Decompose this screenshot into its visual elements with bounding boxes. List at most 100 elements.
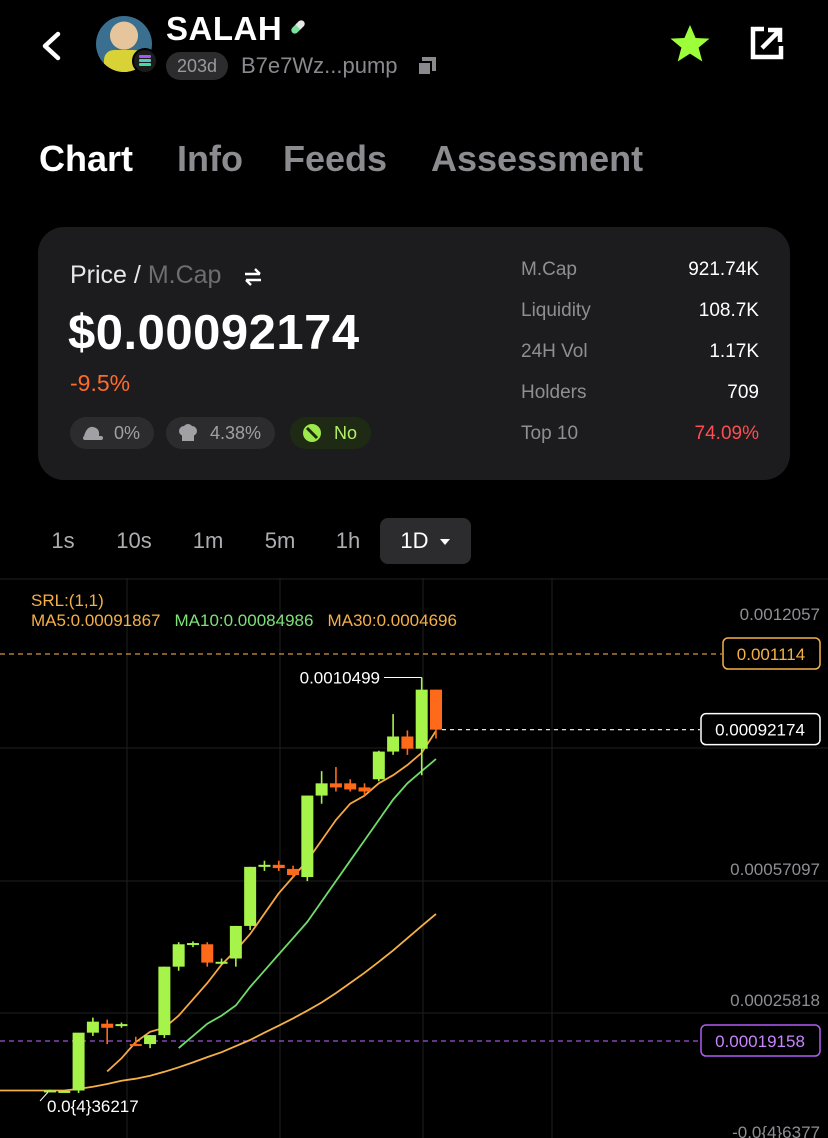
stat-label: Holders bbox=[521, 382, 587, 403]
candle-up bbox=[301, 795, 314, 878]
mcap-label: M.Cap bbox=[147, 261, 222, 289]
ma5-line bbox=[106, 730, 437, 1073]
stat-value: 709 bbox=[727, 382, 759, 403]
candle-up bbox=[58, 1090, 71, 1093]
star-icon[interactable] bbox=[668, 22, 712, 66]
price-value: $0.00092174 bbox=[68, 306, 360, 360]
tab-chart[interactable]: Chart bbox=[39, 138, 133, 180]
candle-down bbox=[201, 944, 214, 963]
timeframe-1d-label: 1D bbox=[400, 528, 429, 553]
indicator-ma10: MA10:0.00084986 bbox=[174, 611, 314, 630]
timeframe-1s[interactable]: 1s bbox=[36, 518, 90, 564]
y-axis-label: 0.00057097 bbox=[730, 860, 820, 879]
price-mcap-toggle-label[interactable]: Price / M.Cap bbox=[70, 261, 221, 290]
candle-up bbox=[158, 966, 171, 1036]
candle-down bbox=[287, 868, 300, 876]
candle-up bbox=[44, 1090, 56, 1093]
price-chart[interactable]: 0.0012057 0.00057097 0.00025818 -0.0{4}6377… bbox=[0, 578, 828, 1138]
y-axis-label: 0.00025818 bbox=[730, 991, 820, 1010]
tab-info[interactable]: Info bbox=[177, 138, 243, 180]
low-price-label: 0.0{4}36217 bbox=[47, 1097, 139, 1116]
tab-assessment[interactable]: Assessment bbox=[431, 138, 643, 180]
candle-up bbox=[86, 1021, 99, 1033]
indicator-ma-row: MA5:0.00091867 MA10:0.00084986 MA30:0.0004… bbox=[31, 611, 457, 631]
srl-level-value: 0.001114 bbox=[737, 645, 805, 664]
candle-down bbox=[344, 783, 357, 790]
candle-up bbox=[115, 1024, 128, 1027]
rug-status-badge[interactable]: No bbox=[290, 417, 372, 449]
candle-down bbox=[401, 736, 414, 749]
stat-row-24h-vol: 24H Vol 1.17K bbox=[521, 331, 759, 372]
stat-row-mcap: M.Cap 921.74K bbox=[521, 249, 759, 290]
candle-up bbox=[387, 736, 400, 752]
copy-icon[interactable] bbox=[415, 54, 439, 78]
insider-holding-value: 4.38% bbox=[210, 423, 262, 443]
timeframe-1h[interactable]: 1h bbox=[322, 518, 374, 564]
stat-value: 74.09% bbox=[694, 423, 759, 444]
candle-up bbox=[72, 1032, 85, 1091]
stat-value: 921.74K bbox=[688, 259, 759, 280]
caret-down-icon bbox=[439, 539, 450, 546]
timeframe-1d[interactable]: 1D bbox=[380, 518, 471, 564]
candle-down bbox=[101, 1023, 114, 1028]
indicator-ma30: MA30:0.0004696 bbox=[327, 611, 457, 630]
candle-up bbox=[186, 943, 199, 946]
token-age-badge: 203d bbox=[166, 52, 229, 80]
timeframe-selector: 1s 10s 1m 5m 1h 1D bbox=[0, 518, 828, 564]
high-price-label: 0.0010499 bbox=[300, 668, 380, 687]
share-icon[interactable] bbox=[748, 24, 786, 62]
candle-up bbox=[172, 944, 185, 967]
candle-up bbox=[229, 925, 242, 959]
candle-down bbox=[430, 689, 442, 730]
token-name: SALAH bbox=[166, 10, 283, 47]
indicator-ma5: MA5:0.00091867 bbox=[31, 611, 161, 630]
token-header: SALAH 203d B7e7Wz...pump bbox=[0, 0, 828, 110]
solana-icon bbox=[132, 48, 158, 74]
purple-level-value: 0.00019158 bbox=[715, 1032, 805, 1051]
timeframe-10s[interactable]: 10s bbox=[104, 518, 164, 564]
timeframe-5m[interactable]: 5m bbox=[252, 518, 308, 564]
dev-holding-value: 0% bbox=[114, 423, 141, 443]
candle-up bbox=[415, 689, 428, 749]
timeframe-1m[interactable]: 1m bbox=[180, 518, 236, 564]
no-sign-icon bbox=[303, 424, 321, 442]
stat-label: 24H Vol bbox=[521, 341, 588, 362]
candle-up bbox=[372, 751, 385, 780]
y-axis-label: 0.0012057 bbox=[740, 605, 820, 624]
tab-feeds[interactable]: Feeds bbox=[283, 138, 387, 180]
chef-hat-icon bbox=[179, 424, 197, 441]
price-label: Price / bbox=[70, 261, 141, 289]
stat-label: M.Cap bbox=[521, 259, 577, 280]
rug-status-value: No bbox=[334, 423, 358, 443]
stat-value: 1.17K bbox=[709, 341, 759, 362]
candle-up bbox=[144, 1035, 157, 1045]
back-chevron-icon[interactable] bbox=[34, 26, 74, 66]
stat-row-top10: Top 10 74.09% bbox=[521, 413, 759, 454]
candle-up bbox=[315, 783, 328, 796]
stat-value: 108.7K bbox=[698, 300, 759, 321]
dev-hat-icon bbox=[83, 426, 103, 440]
dev-holding-badge[interactable]: 0% bbox=[70, 417, 155, 449]
contract-address[interactable]: B7e7Wz...pump bbox=[241, 52, 398, 80]
stat-row-liquidity: Liquidity 108.7K bbox=[521, 290, 759, 331]
candle-up bbox=[244, 866, 257, 926]
candle-down bbox=[272, 864, 285, 869]
candle-down bbox=[129, 1044, 142, 1047]
ma30-line bbox=[50, 913, 437, 1092]
last-price-value: 0.00092174 bbox=[715, 721, 805, 740]
swap-arrows-icon[interactable] bbox=[243, 267, 263, 287]
candlestick-chart-svg[interactable]: 0.0012057 0.00057097 0.00025818 -0.0{4}6377… bbox=[0, 578, 828, 1138]
pill-icon bbox=[291, 20, 305, 34]
y-axis-label: -0.0{4}6377 bbox=[732, 1123, 820, 1138]
token-stats: M.Cap 921.74K Liquidity 108.7K 24H Vol 1… bbox=[521, 249, 759, 454]
indicator-srl: SRL:(1,1) bbox=[31, 591, 104, 610]
price-change: -9.5% bbox=[70, 370, 131, 396]
candle-down bbox=[329, 783, 342, 788]
candle-down bbox=[358, 787, 371, 792]
stat-row-holders: Holders 709 bbox=[521, 372, 759, 413]
candle-up bbox=[258, 864, 271, 867]
insider-holding-badge[interactable]: 4.38% bbox=[166, 417, 276, 449]
stat-label: Liquidity bbox=[521, 300, 591, 321]
candle-up bbox=[215, 961, 228, 964]
price-card: Price / M.Cap $0.00092174 -9.5% 0% 4.38%… bbox=[38, 227, 790, 480]
